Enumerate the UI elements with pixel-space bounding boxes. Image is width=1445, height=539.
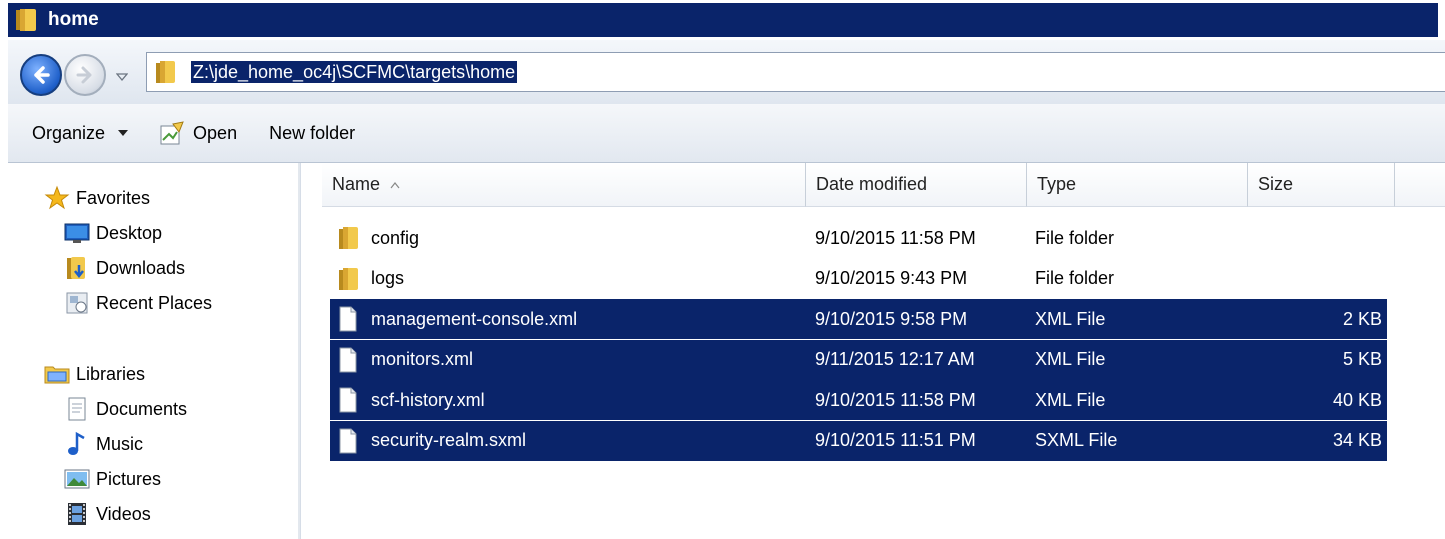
file-date-modified: 9/10/2015 11:58 PM bbox=[815, 227, 976, 248]
file-icon bbox=[338, 380, 358, 420]
navigation-bar: Z:\jde_home_oc4j\SCFMC\targets\home bbox=[8, 40, 1445, 105]
desktop-icon bbox=[64, 220, 90, 246]
folder-icon bbox=[338, 218, 360, 258]
pane-divider[interactable] bbox=[298, 163, 300, 539]
file-date-modified: 9/11/2015 12:17 AM bbox=[815, 349, 975, 369]
nav-libraries-label: Libraries bbox=[76, 363, 146, 384]
file-name: security-realm.sxml bbox=[371, 430, 527, 450]
file-size: 34 KB bbox=[1332, 430, 1382, 450]
file-name: monitors.xml bbox=[371, 349, 474, 369]
file-type: XML File bbox=[1035, 349, 1106, 369]
nav-desktop[interactable]: Desktop bbox=[64, 218, 162, 248]
file-size: 2 KB bbox=[1342, 308, 1382, 329]
folder-icon bbox=[14, 7, 40, 33]
new-folder-button[interactable]: New folder bbox=[269, 113, 355, 153]
pictures-icon bbox=[64, 466, 90, 492]
nav-recent-places[interactable]: Recent Places bbox=[64, 288, 212, 318]
column-header-type[interactable]: Type bbox=[1027, 163, 1248, 207]
address-field[interactable]: Z:\jde_home_oc4j\SCFMC\targets\home bbox=[146, 52, 1445, 92]
open-icon bbox=[160, 121, 184, 145]
navigation-pane: Favorites Desktop Downloads Recent Place… bbox=[8, 163, 301, 539]
file-name: scf-history.xml bbox=[371, 389, 485, 410]
file-icon bbox=[338, 299, 358, 339]
nav-desktop-label: Desktop bbox=[96, 222, 163, 243]
column-size-label: Size bbox=[1258, 174, 1294, 194]
star-icon bbox=[44, 185, 70, 211]
column-header-date[interactable]: Date modified bbox=[806, 163, 1027, 207]
recent-pages-dropdown[interactable] bbox=[115, 66, 129, 82]
file-name: logs bbox=[371, 268, 405, 288]
title-bar: home bbox=[8, 3, 1438, 37]
nav-documents[interactable]: Documents bbox=[64, 394, 187, 424]
back-arrow-icon bbox=[34, 66, 50, 84]
file-date-modified: 9/10/2015 9:43 PM bbox=[815, 268, 968, 288]
file-list: Name Date modified Type Size config 9/10/… bbox=[302, 163, 1445, 539]
downloads-icon bbox=[64, 255, 90, 281]
open-button[interactable]: Open bbox=[159, 113, 237, 153]
folder-icon bbox=[338, 259, 360, 299]
file-date-modified: 9/10/2015 11:58 PM bbox=[815, 389, 976, 410]
column-type-label: Type bbox=[1037, 174, 1077, 194]
file-type: XML File bbox=[1035, 389, 1106, 410]
nav-pictures-label: Pictures bbox=[96, 468, 162, 489]
file-type: File folder bbox=[1035, 227, 1115, 248]
organize-label: Organize bbox=[32, 122, 106, 143]
file-type: SXML File bbox=[1035, 430, 1118, 450]
nav-pictures[interactable]: Pictures bbox=[64, 464, 161, 494]
file-name: management-console.xml bbox=[371, 308, 578, 329]
nav-downloads[interactable]: Downloads bbox=[64, 253, 185, 283]
address-path[interactable]: Z:\jde_home_oc4j\SCFMC\targets\home bbox=[191, 61, 518, 83]
file-row[interactable]: monitors.xml 9/11/2015 12:17 AM XML File 5 … bbox=[302, 339, 1445, 380]
nav-videos[interactable]: Videos bbox=[64, 499, 151, 529]
column-header-name[interactable]: Name bbox=[322, 163, 806, 207]
file-row[interactable]: management-console.xml 9/10/2015 9:58 PM X… bbox=[302, 299, 1445, 339]
file-row[interactable]: config 9/10/2015 11:58 PM File folder bbox=[302, 218, 1445, 258]
file-row[interactable]: security-realm.sxml 9/10/2015 11:51 PM SXM… bbox=[302, 420, 1445, 461]
nav-libraries[interactable]: Libraries bbox=[44, 359, 145, 389]
open-label: Open bbox=[193, 122, 238, 143]
command-bar: Organize Open New folder bbox=[8, 104, 1445, 163]
file-type: XML File bbox=[1035, 308, 1106, 329]
documents-icon bbox=[64, 396, 90, 422]
window-title: home bbox=[48, 9, 99, 30]
file-row[interactable]: logs 9/10/2015 9:43 PM File folder bbox=[302, 259, 1445, 299]
nav-favorites-label: Favorites bbox=[76, 187, 151, 208]
file-name: config bbox=[371, 227, 420, 248]
nav-favorites[interactable]: Favorites bbox=[44, 183, 150, 213]
videos-icon bbox=[64, 501, 90, 527]
column-header-blank bbox=[1395, 163, 1445, 207]
sort-ascending-icon bbox=[390, 181, 400, 188]
file-row[interactable]: scf-history.xml 9/10/2015 11:58 PM XML Fil… bbox=[302, 380, 1445, 420]
column-name-label: Name bbox=[332, 174, 381, 194]
file-size bbox=[1248, 259, 1382, 299]
file-icon bbox=[338, 421, 358, 461]
file-size bbox=[1248, 218, 1382, 258]
chevron-down-icon bbox=[115, 73, 129, 82]
nav-recent-places-label: Recent Places bbox=[96, 292, 213, 313]
new-folder-label: New folder bbox=[269, 122, 356, 143]
forward-button[interactable] bbox=[64, 54, 106, 96]
nav-music[interactable]: Music bbox=[64, 429, 143, 459]
file-type: File folder bbox=[1035, 268, 1115, 288]
file-size: 5 KB bbox=[1342, 349, 1382, 369]
nav-documents-label: Documents bbox=[96, 398, 188, 419]
column-date-label: Date modified bbox=[816, 174, 928, 194]
nav-downloads-label: Downloads bbox=[96, 257, 186, 278]
libraries-icon bbox=[44, 361, 70, 387]
recent-places-icon bbox=[64, 290, 90, 316]
column-header-size[interactable]: Size bbox=[1248, 163, 1395, 207]
file-icon bbox=[338, 340, 358, 380]
music-icon bbox=[64, 431, 90, 457]
forward-arrow-icon bbox=[76, 66, 92, 84]
folder-icon bbox=[155, 59, 177, 85]
back-button[interactable] bbox=[20, 54, 62, 96]
chevron-down-icon bbox=[118, 130, 129, 136]
file-size: 40 KB bbox=[1332, 389, 1382, 410]
organize-button[interactable]: Organize bbox=[32, 113, 129, 153]
nav-videos-label: Videos bbox=[96, 503, 151, 524]
file-date-modified: 9/10/2015 11:51 PM bbox=[815, 430, 976, 450]
nav-music-label: Music bbox=[96, 433, 144, 454]
file-date-modified: 9/10/2015 9:58 PM bbox=[815, 308, 968, 329]
